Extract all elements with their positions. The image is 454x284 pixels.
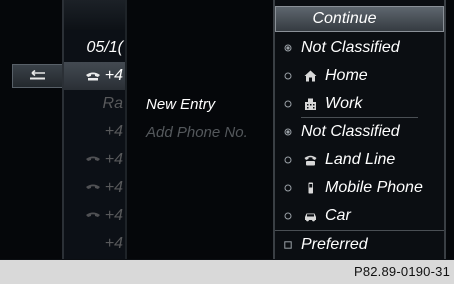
- continue-button[interactable]: Continue: [275, 6, 444, 32]
- add-phone-number-option[interactable]: Add Phone No.: [146, 124, 248, 141]
- menu-item-work[interactable]: Work: [275, 90, 444, 118]
- phone-handset-icon: [85, 72, 100, 81]
- back-arrow-icon: [29, 70, 45, 80]
- back-button[interactable]: [12, 64, 62, 88]
- menu-item-preferred[interactable]: Preferred: [275, 231, 444, 259]
- phone-handset-icon: [85, 212, 100, 217]
- menu-item-car[interactable]: Car: [275, 202, 444, 230]
- call-list-row[interactable]: +4: [64, 174, 127, 202]
- menu-item-land-line[interactable]: Land Line: [275, 146, 444, 174]
- radio-unselected-icon: [275, 100, 301, 108]
- call-list-row[interactable]: +4: [64, 62, 127, 90]
- menu-item-not-classified-location[interactable]: Not Classified: [275, 34, 444, 62]
- figure-reference-code: P82.89-0190-31: [353, 264, 450, 279]
- phone-handset-icon: [85, 184, 100, 189]
- screen-bottom-edge: [0, 259, 454, 260]
- call-list-row[interactable]: +4: [64, 118, 127, 146]
- house-icon: [301, 70, 319, 82]
- call-list-row[interactable]: +4: [64, 230, 127, 258]
- radio-selected-icon: [275, 128, 301, 136]
- call-list-row[interactable]: +4: [64, 202, 127, 230]
- radio-unselected-icon: [275, 184, 301, 192]
- radio-unselected-icon: [275, 72, 301, 80]
- mobile-phone-icon: [301, 182, 319, 194]
- checkbox-unchecked-icon: [275, 241, 301, 249]
- menu-item-mobile-phone[interactable]: Mobile Phone: [275, 174, 444, 202]
- call-list-row[interactable]: +4: [64, 146, 127, 174]
- phone-handset-icon: [85, 156, 100, 161]
- building-icon: [301, 98, 319, 110]
- navigation-display: 05/1( +4 Ra +4 +4 +4 +4 +4 New Entry Add…: [0, 0, 454, 260]
- call-list-row[interactable]: Ra: [64, 90, 127, 118]
- call-list-date-header: 05/1(: [86, 39, 123, 56]
- landline-phone-icon: [301, 154, 319, 166]
- new-entry-option[interactable]: New Entry: [146, 96, 215, 113]
- radio-selected-icon: [275, 44, 301, 52]
- radio-unselected-icon: [275, 156, 301, 164]
- menu-item-home[interactable]: Home: [275, 62, 444, 90]
- number-category-menu: Continue Not Classified Home Work Not Cl…: [273, 0, 446, 260]
- menu-item-not-classified-type[interactable]: Not Classified: [275, 118, 444, 146]
- car-icon: [301, 210, 319, 222]
- radio-unselected-icon: [275, 212, 301, 220]
- call-list: 05/1( +4 Ra +4 +4 +4 +4 +4: [62, 0, 127, 260]
